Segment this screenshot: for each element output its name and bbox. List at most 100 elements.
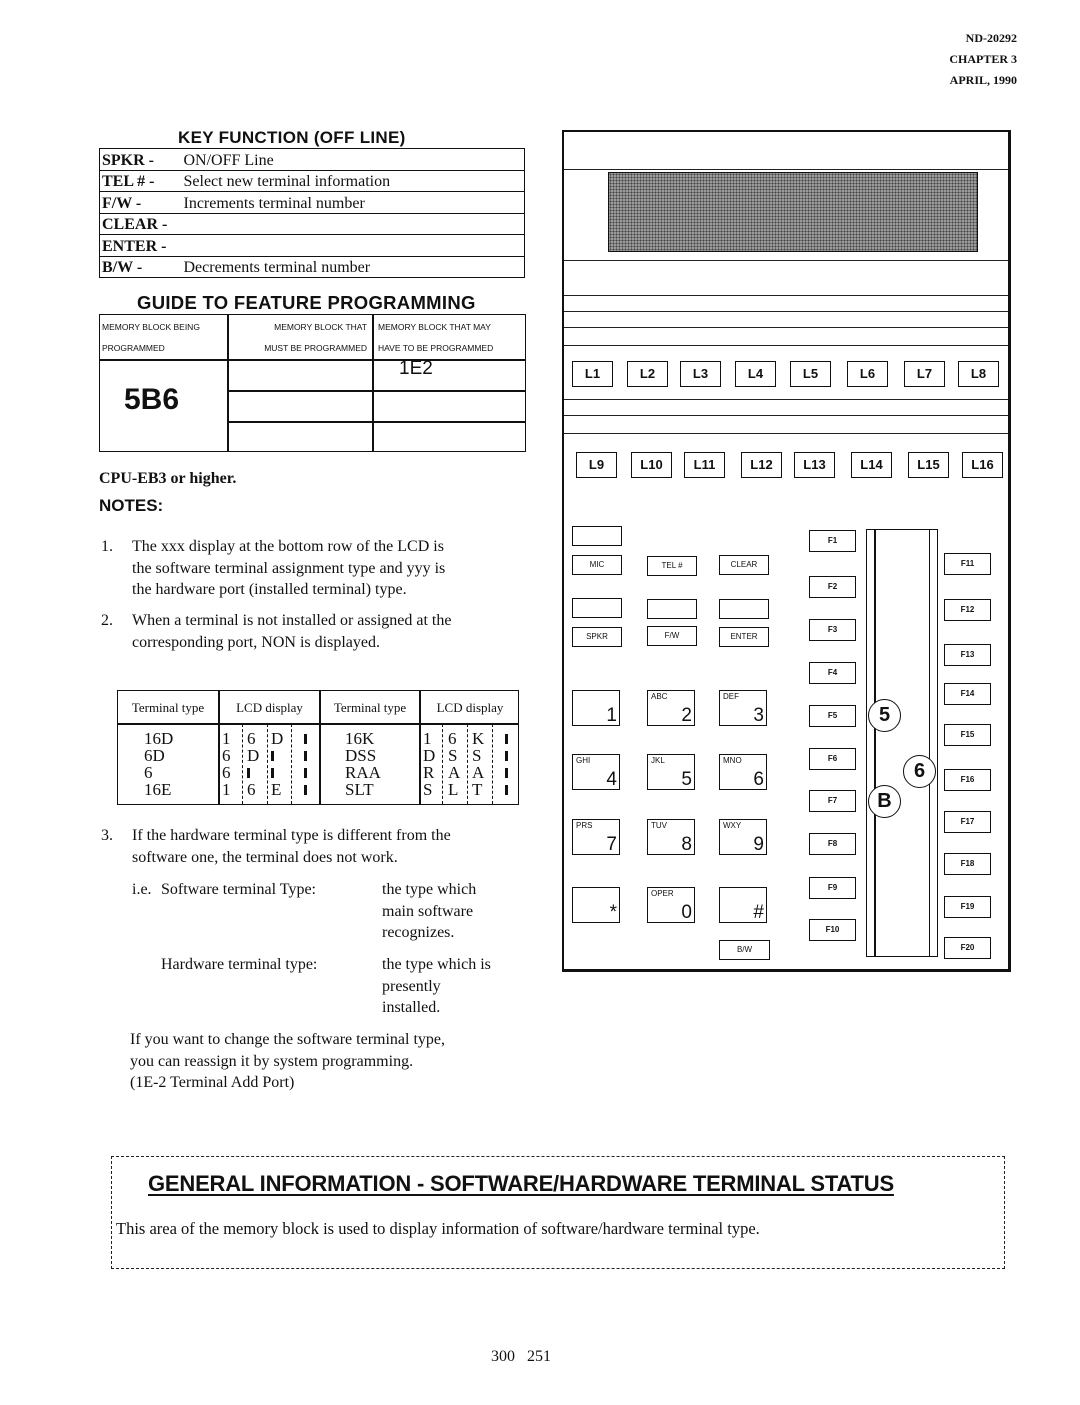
note-line: software one, the terminal does not work…: [132, 848, 398, 866]
line-key-l11[interactable]: L11: [684, 452, 725, 478]
callout-b: B: [868, 785, 901, 818]
dial-key-hash[interactable]: #: [719, 887, 767, 923]
bw-button[interactable]: B/W: [719, 940, 770, 960]
line-key-l7[interactable]: L7: [904, 361, 945, 387]
divider: [227, 315, 229, 452]
lcd-char: D: [271, 729, 284, 748]
note-number: 3.: [101, 827, 113, 844]
dial-key-1[interactable]: 1: [572, 690, 620, 726]
function-key-f7[interactable]: F7: [809, 790, 856, 812]
dial-key-0[interactable]: OPER 0: [647, 887, 695, 923]
function-key-f3[interactable]: F3: [809, 619, 856, 641]
line-key-l2[interactable]: L2: [627, 361, 668, 387]
header-line: MUST BE PROGRAMMED: [264, 343, 367, 353]
divider: [564, 295, 1008, 297]
dial-key-6[interactable]: MNO 6: [719, 754, 767, 790]
function-key-f8[interactable]: F8: [809, 833, 856, 855]
spkr-button[interactable]: SPKR: [572, 627, 622, 647]
mic-button[interactable]: MIC: [572, 555, 622, 575]
key-letters: OPER: [651, 889, 674, 898]
key-desc: ON/OFF Line: [183, 148, 525, 171]
dial-key-star[interactable]: *: [572, 887, 620, 923]
function-key-f10[interactable]: F10: [809, 919, 856, 941]
function-key-f19[interactable]: F19: [944, 896, 991, 918]
line-key-l16[interactable]: L16: [962, 452, 1003, 478]
function-key-f4[interactable]: F4: [809, 662, 856, 684]
enter-button[interactable]: ENTER: [719, 627, 769, 647]
function-key-f6[interactable]: F6: [809, 748, 856, 770]
divider: [218, 691, 220, 804]
line-key-l13[interactable]: L13: [794, 452, 835, 478]
blank-key[interactable]: [572, 526, 622, 546]
dial-key-4[interactable]: GHI 4: [572, 754, 620, 790]
dial-key-3[interactable]: DEF 3: [719, 690, 767, 726]
lcd-block-icon: [304, 768, 307, 778]
key-function-table: SPKR - ON/OFF Line TEL # - Select new term…: [99, 148, 525, 278]
function-key-f2[interactable]: F2: [809, 576, 856, 598]
dial-key-7[interactable]: PRS 7: [572, 819, 620, 855]
key-function-row: B/W - Decrements terminal number: [99, 256, 525, 278]
line-key-l3[interactable]: L3: [680, 361, 721, 387]
function-key-f12[interactable]: F12: [944, 599, 991, 621]
block-being-programmed: 5B6: [124, 383, 180, 416]
blank-key[interactable]: [572, 598, 622, 618]
function-key-f16[interactable]: F16: [944, 769, 991, 791]
line-key-l6[interactable]: L6: [847, 361, 888, 387]
function-key-f13[interactable]: F13: [944, 644, 991, 666]
dial-key-2[interactable]: ABC 2: [647, 690, 695, 726]
ie-label: i.e.: [132, 881, 152, 898]
function-key-f11[interactable]: F11: [944, 553, 991, 575]
note-line: When a terminal is not installed or assi…: [132, 612, 452, 629]
function-key-f5[interactable]: F5: [809, 705, 856, 727]
clear-button[interactable]: CLEAR: [719, 555, 769, 575]
blank-key[interactable]: [647, 599, 697, 619]
dial-key-5[interactable]: JKL 5: [647, 754, 695, 790]
lcd-char: [505, 765, 508, 781]
line-key-l10[interactable]: L10: [631, 452, 672, 478]
header-line: PROGRAMMED: [102, 343, 165, 353]
lcd-display: [608, 172, 978, 252]
lcd-char: S: [472, 746, 482, 765]
terminal-type-value: 16K: [345, 729, 375, 748]
line-key-l4[interactable]: L4: [735, 361, 776, 387]
function-key-f17[interactable]: F17: [944, 811, 991, 833]
dial-key-9[interactable]: WXY 9: [719, 819, 767, 855]
lcd-char: [505, 748, 508, 764]
key-function-row: F/W - Increments terminal number: [99, 191, 525, 214]
key-letters: TUV: [651, 821, 667, 830]
function-key-f20[interactable]: F20: [944, 937, 991, 959]
divider: [118, 723, 518, 725]
lcd-cell-divider: [242, 724, 243, 804]
note-number: 1.: [101, 538, 113, 555]
dial-key-8[interactable]: TUV 8: [647, 819, 695, 855]
function-key-f1[interactable]: F1: [809, 530, 856, 552]
function-key-f9[interactable]: F9: [809, 877, 856, 899]
key-digit: *: [609, 902, 617, 923]
key-letters: ABC: [651, 692, 668, 701]
function-key-f15[interactable]: F15: [944, 724, 991, 746]
lcd-char: R: [423, 763, 435, 782]
line-key-l1[interactable]: L1: [572, 361, 613, 387]
note-line: corresponding port, NON is displayed.: [132, 633, 380, 651]
line-key-l5[interactable]: L5: [790, 361, 831, 387]
lcd-char: 6: [247, 729, 256, 748]
line-key-l9[interactable]: L9: [576, 452, 617, 478]
line-key-l8[interactable]: L8: [958, 361, 999, 387]
lcd-cell-divider: [267, 724, 268, 804]
function-key-f18[interactable]: F18: [944, 853, 991, 875]
line-key-l14[interactable]: L14: [851, 452, 892, 478]
lcd-char: [304, 748, 307, 764]
fw-button[interactable]: F/W: [647, 626, 697, 646]
tel-number-button[interactable]: TEL #: [647, 556, 697, 576]
lcd-char: E: [271, 780, 282, 799]
line-key-l15[interactable]: L15: [908, 452, 949, 478]
note-text: If the hardware terminal type is differe…: [132, 825, 544, 868]
lcd-char: [271, 765, 274, 781]
terminal-type-value: 16D: [144, 729, 174, 748]
lcd-char: [247, 765, 250, 781]
function-key-f14[interactable]: F14: [944, 683, 991, 705]
line-key-l12[interactable]: L12: [741, 452, 782, 478]
lcd-char: [271, 748, 274, 764]
blank-key[interactable]: [719, 599, 769, 619]
callout-6: 6: [903, 755, 936, 788]
